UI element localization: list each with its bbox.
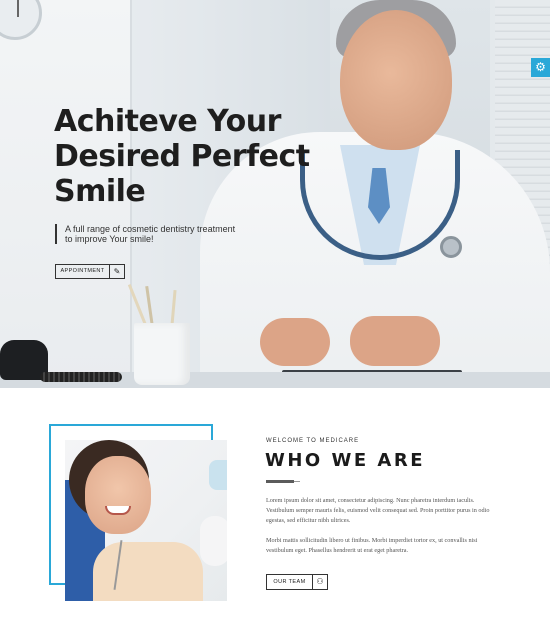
hero-subtitle-line: to improve Your smile! — [65, 234, 154, 244]
title-underline — [266, 480, 294, 483]
appointment-button-label: APPOINTMENT — [56, 265, 110, 278]
about-paragraph: Morbi mattis sollicitudin libero ut fini… — [266, 537, 478, 554]
section-title: WHO WE ARE — [265, 450, 425, 471]
dentist-mask — [209, 460, 227, 490]
pencil-cup — [134, 323, 190, 385]
gear-icon: ⚙ — [535, 60, 546, 74]
pencil — [170, 289, 177, 327]
appointment-button[interactable]: APPOINTMENT ✎ — [55, 264, 125, 279]
section-eyebrow: WELCOME TO MEDICARE — [266, 438, 360, 444]
patient-face — [85, 456, 151, 534]
team-icon: ⚇ — [316, 577, 324, 586]
pencil-icon: ✎ — [113, 267, 121, 276]
phone-cord — [40, 372, 122, 382]
pencil — [145, 285, 154, 327]
doctor-head — [340, 10, 452, 150]
stethoscope-bell — [440, 236, 462, 258]
doctor-hand-right — [350, 316, 440, 366]
doctor-hand-left — [260, 318, 330, 366]
hero-subtitle: A full range of cosmetic dentistry treat… — [55, 224, 285, 244]
title-underline-thin — [294, 481, 300, 482]
hero-title-line: Smile — [54, 174, 146, 209]
dentist-glove — [200, 516, 227, 566]
hero-title-line: Achiteve Your — [54, 104, 281, 139]
patient-bib — [93, 542, 203, 601]
hero-title: Achiteve Your Desired Perfect Smile — [54, 104, 354, 209]
settings-button[interactable]: ⚙ — [531, 58, 550, 77]
our-team-button[interactable]: OUR TEAM ⚇ — [266, 574, 328, 590]
patient-photo — [65, 440, 227, 601]
hero-subtitle-line: A full range of cosmetic dentistry treat… — [65, 224, 236, 234]
hero-section: Achiteve Your Desired Perfect Smile A fu… — [0, 0, 550, 388]
about-paragraph: Lorem ipsum dolor sit amet, consectetur … — [266, 497, 490, 524]
our-team-button-label: OUR TEAM — [267, 575, 313, 589]
hero-title-line: Desired Perfect — [54, 139, 310, 174]
